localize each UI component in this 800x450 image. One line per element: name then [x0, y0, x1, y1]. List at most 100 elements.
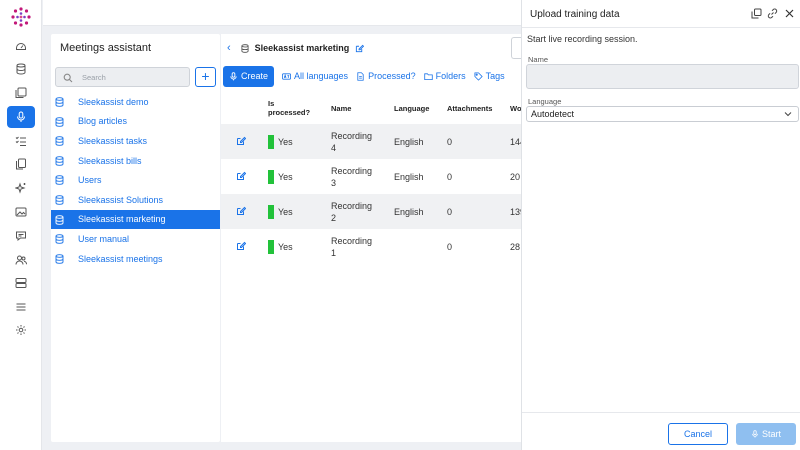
processed-status-bar — [268, 239, 274, 254]
recordings-panel: ‹ Sleekassist marketing Create All langu… — [221, 34, 523, 442]
dataset-item[interactable]: Sleekassist Solutions — [51, 190, 220, 210]
gallery-icon[interactable] — [7, 82, 35, 104]
dataset-label: Sleekassist marketing — [78, 214, 166, 225]
dataset-label: Blog articles — [78, 116, 128, 127]
processed-value: Yes — [278, 171, 293, 182]
dataset-item[interactable]: User manual — [51, 229, 220, 249]
start-label: Start — [761, 429, 781, 439]
toolbar: Create All languages Processed? Folders … — [223, 65, 505, 87]
attachments-cell: 0 — [447, 241, 453, 252]
server-icon[interactable] — [7, 272, 35, 294]
app-sidebar — [0, 0, 42, 450]
database-icon — [55, 234, 64, 244]
name-field[interactable] — [526, 64, 799, 89]
upload-training-data-panel: Upload training data Start live recordin… — [521, 0, 800, 450]
name-label: Name — [528, 55, 549, 64]
table-row[interactable]: Yes Recording 1 0 28 — [221, 229, 521, 264]
edit-icon[interactable] — [236, 171, 247, 181]
dataset-item[interactable]: Sleekassist bills — [51, 151, 220, 171]
dataset-item[interactable]: Blog articles — [51, 112, 220, 132]
database-icon — [55, 214, 64, 225]
menu-icon[interactable] — [7, 296, 35, 318]
processed-status-bar — [268, 134, 274, 149]
tags-filter[interactable]: Tags — [474, 71, 505, 81]
row-edit-cell[interactable] — [221, 159, 268, 194]
search-input[interactable]: Search — [55, 67, 190, 87]
document-icon — [357, 71, 364, 81]
words-cell: 144 — [510, 124, 521, 159]
tasks-icon[interactable] — [7, 130, 35, 152]
table-row[interactable]: Yes Recording 3 English 0 20 — [221, 159, 521, 194]
close-icon[interactable] — [784, 8, 795, 19]
database-icon[interactable] — [7, 58, 35, 80]
dataset-label: Sleekassist demo — [78, 96, 149, 107]
database-icon — [55, 195, 64, 205]
link-icon[interactable] — [767, 8, 778, 19]
microphone-icon — [752, 430, 758, 438]
microphone-icon[interactable] — [7, 106, 35, 128]
processed-column-header[interactable]: Is processed? — [268, 92, 331, 124]
words-cell: 20 — [510, 171, 521, 182]
back-arrow-icon[interactable]: ‹ — [227, 42, 231, 54]
logo-icon[interactable] — [10, 6, 32, 28]
edit-icon[interactable] — [236, 136, 247, 146]
language-select[interactable]: Autodetect — [526, 106, 799, 122]
attachments-cell: 0 — [447, 124, 510, 159]
cancel-button[interactable]: Cancel — [668, 423, 728, 445]
name-cell: Recording 2 — [331, 194, 394, 229]
chat-icon[interactable] — [7, 225, 35, 247]
image-icon[interactable] — [7, 201, 35, 223]
start-button[interactable]: Start — [736, 423, 796, 445]
name-column-header[interactable]: Name — [331, 92, 394, 124]
table-row[interactable]: Yes Recording4 English 0 144 — [221, 124, 521, 159]
processed-filter[interactable]: Processed? — [356, 71, 416, 81]
database-icon — [241, 43, 249, 53]
dataset-item[interactable]: Sleekassist demo — [51, 92, 220, 112]
processed-value: Yes — [278, 136, 293, 147]
dataset-item[interactable]: Sleekassist tasks — [51, 131, 220, 151]
edit-icon[interactable] — [236, 206, 247, 216]
folders-filter[interactable]: Folders — [423, 71, 466, 81]
dataset-item[interactable]: Users — [51, 170, 220, 190]
dashboard-icon[interactable] — [7, 35, 35, 57]
words-column-header[interactable]: Wo — [510, 92, 521, 124]
language-label: Language — [528, 97, 562, 106]
edit-icon[interactable] — [355, 44, 365, 53]
name-line: 4 — [331, 142, 337, 153]
name-cell: Recording 1 — [331, 229, 394, 264]
name-cell: Recording 4 — [331, 124, 394, 159]
sparkles-icon[interactable] — [7, 177, 35, 199]
add-dataset-button[interactable]: + — [195, 67, 216, 87]
processed-cell: Yes — [268, 124, 331, 159]
create-button[interactable]: Create — [223, 65, 275, 87]
dataset-item[interactable]: Sleekassist meetings — [51, 249, 220, 269]
copy-icon[interactable] — [751, 8, 762, 19]
datasets-panel: Meetings assistant Search + Sleekassist … — [51, 34, 220, 442]
edit-icon[interactable] — [236, 241, 247, 251]
folders-label: Folders — [435, 71, 466, 81]
documents-icon[interactable] — [7, 153, 35, 175]
attachments-column-header[interactable]: Attachments — [447, 92, 510, 124]
name-line: 2 — [331, 212, 337, 223]
language-column-header[interactable]: Language — [394, 92, 447, 124]
table-header: Is processed? Name Language Attachments W… — [221, 92, 521, 124]
processed-status-bar — [268, 204, 274, 219]
row-edit-cell[interactable] — [221, 124, 268, 159]
table-row[interactable]: Yes Recording2 English 0 139 — [221, 194, 521, 229]
panel-title: Upload training data — [530, 9, 620, 20]
language-cell: English — [394, 124, 447, 159]
settings-icon[interactable] — [7, 319, 35, 341]
row-edit-cell[interactable] — [221, 229, 268, 264]
tags-label: Tags — [485, 71, 505, 81]
attachments-cell: 0 — [447, 194, 510, 229]
header-label: Is — [268, 99, 275, 108]
dataset-list: Sleekassist demo Blog articles Sleekassi… — [51, 92, 220, 268]
name-line: Recording — [331, 165, 373, 176]
users-icon[interactable] — [7, 249, 35, 271]
all-languages-label: All languages — [294, 71, 349, 81]
all-languages-filter[interactable]: All languages — [282, 71, 348, 81]
database-icon — [55, 156, 64, 166]
database-icon — [55, 97, 64, 107]
dataset-item-selected[interactable]: Sleekassist marketing — [51, 209, 220, 230]
row-edit-cell[interactable] — [221, 194, 268, 229]
